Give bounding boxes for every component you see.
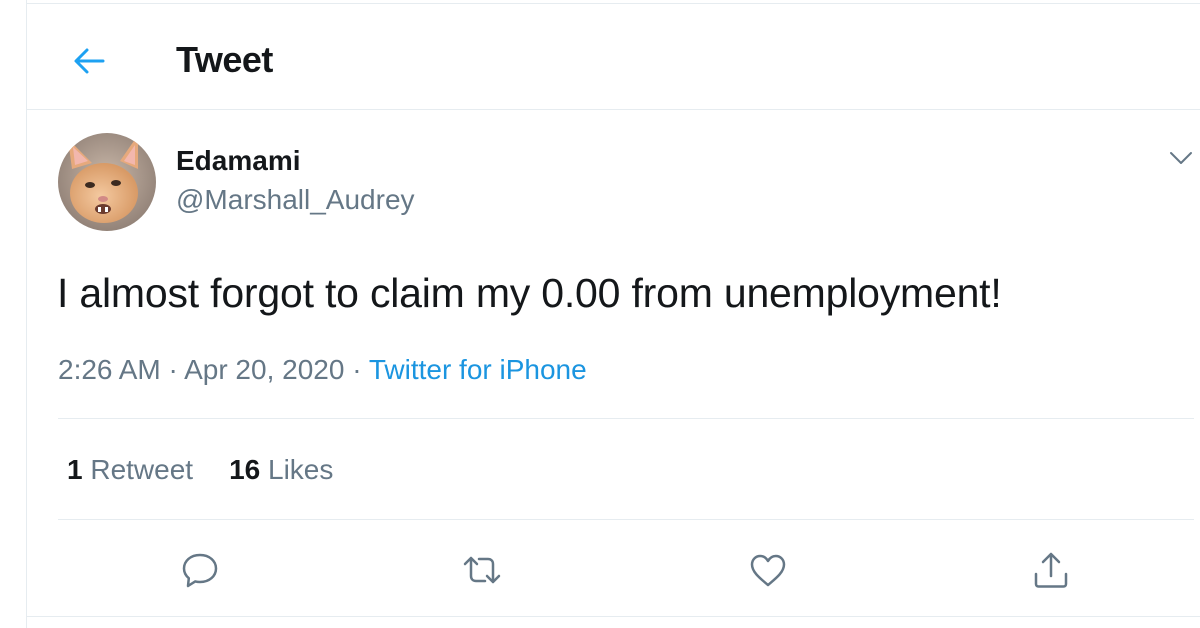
more-options-button[interactable] bbox=[1165, 142, 1197, 174]
tweet-text: I almost forgot to claim my 0.00 from un… bbox=[57, 270, 1002, 316]
divider bbox=[58, 519, 1194, 520]
reply-icon bbox=[182, 553, 218, 588]
retweet-icon bbox=[463, 556, 501, 584]
reply-button[interactable] bbox=[178, 548, 222, 592]
likes-stat[interactable]: 16 Likes bbox=[229, 454, 333, 485]
likes-label: Likes bbox=[268, 454, 334, 485]
chevron-down-icon bbox=[1170, 152, 1192, 164]
author-name[interactable]: Edamami bbox=[176, 144, 301, 178]
retweet-button[interactable] bbox=[460, 548, 504, 592]
bottom-border bbox=[27, 616, 1200, 617]
tweet-stats: 1 Retweet 16 Likes bbox=[67, 453, 333, 487]
page-header: Tweet bbox=[27, 4, 1200, 110]
divider bbox=[58, 418, 1194, 419]
avatar-image bbox=[58, 133, 156, 231]
page-title: Tweet bbox=[176, 39, 273, 80]
retweets-label: Retweet bbox=[90, 454, 194, 485]
meta-separator: · bbox=[168, 354, 178, 385]
retweets-stat[interactable]: 1 Retweet bbox=[67, 454, 193, 485]
tweet-source-link[interactable]: Twitter for iPhone bbox=[369, 354, 587, 385]
share-icon bbox=[1034, 552, 1068, 588]
share-button[interactable] bbox=[1029, 548, 1073, 592]
tweet-metadata: 2:26 AM · Apr 20, 2020 · Twitter for iPh… bbox=[58, 353, 587, 387]
tweet-page: Tweet Edamami @Marshall_Audrey I almost … bbox=[26, 0, 1200, 628]
back-button[interactable] bbox=[65, 37, 113, 85]
retweets-count: 1 bbox=[67, 454, 83, 485]
tweet-time[interactable]: 2:26 AM bbox=[58, 354, 161, 385]
arrow-left-icon bbox=[74, 48, 105, 74]
tweet-date[interactable]: Apr 20, 2020 bbox=[184, 354, 344, 385]
likes-count: 16 bbox=[229, 454, 261, 485]
avatar[interactable] bbox=[58, 133, 156, 231]
like-button[interactable] bbox=[746, 548, 790, 592]
meta-separator: · bbox=[352, 354, 362, 385]
author-handle[interactable]: @Marshall_Audrey bbox=[176, 183, 415, 217]
like-icon bbox=[750, 554, 786, 587]
